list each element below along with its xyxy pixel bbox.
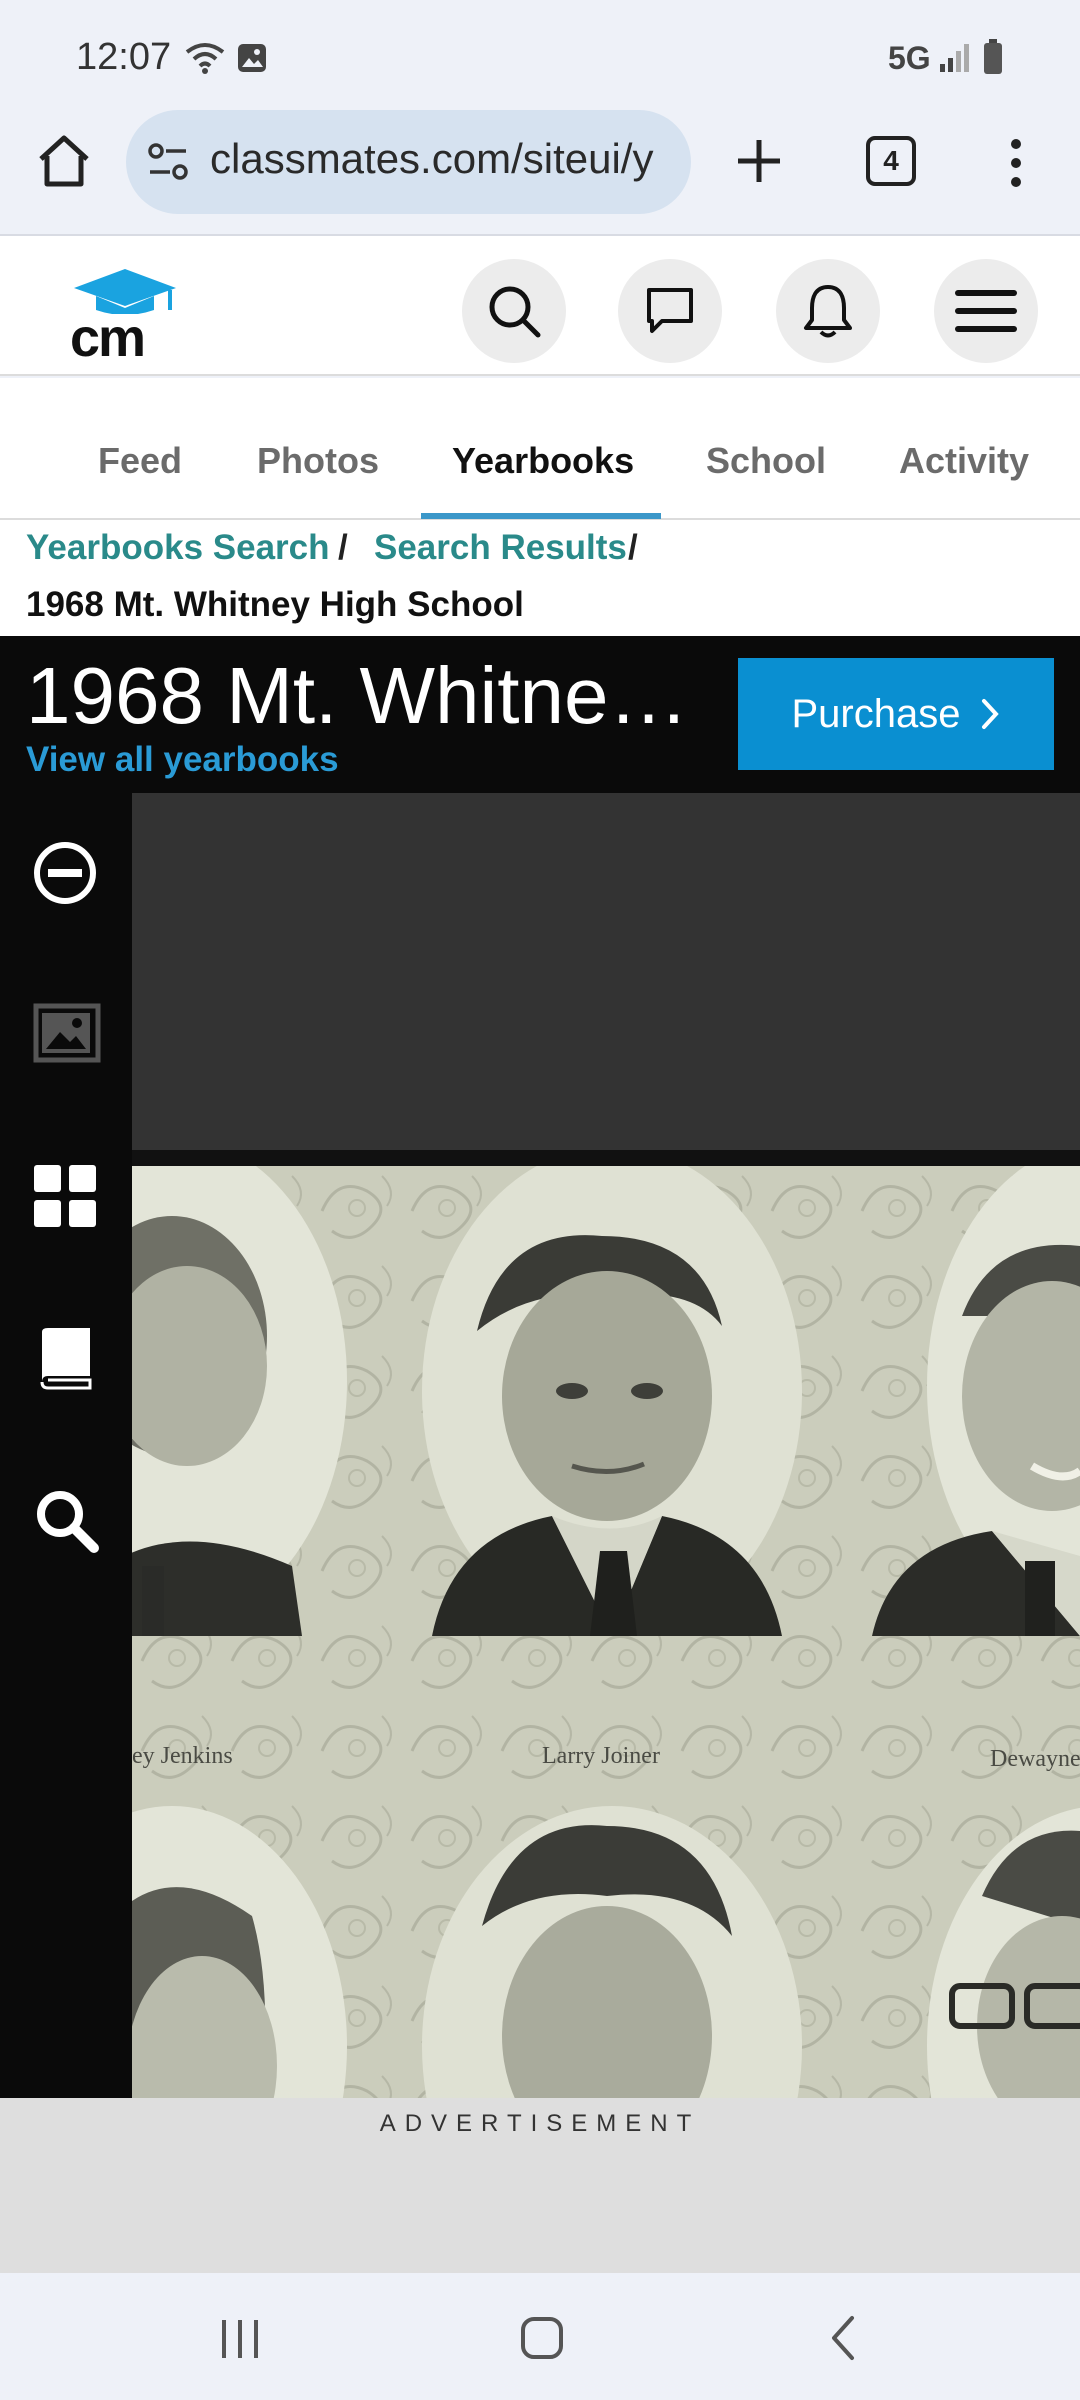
view-all-yearbooks-link[interactable]: View all yearbooks <box>26 740 339 780</box>
browser-menu-icon[interactable] <box>1004 136 1028 190</box>
tab-yearbooks[interactable]: Yearbooks <box>452 440 634 482</box>
tab-school[interactable]: School <box>706 440 826 482</box>
purchase-label: Purchase <box>791 691 961 736</box>
caption-center: Larry Joiner <box>542 1743 660 1769</box>
book-icon[interactable] <box>36 1326 96 1390</box>
active-tab-indicator <box>421 513 661 519</box>
search-button[interactable] <box>462 259 566 363</box>
caption-right: Dewayne Jo <box>990 1746 1080 1772</box>
tab-photos[interactable]: Photos <box>257 440 379 482</box>
hamburger-menu-icon <box>955 290 1017 332</box>
classmates-logo[interactable]: cm <box>70 266 180 366</box>
viewer-toolbar <box>0 793 132 2098</box>
breadcrumb-separator: / <box>628 528 638 567</box>
breadcrumb-search-results[interactable]: Search Results <box>374 528 627 568</box>
search-yearbook-icon[interactable] <box>34 1488 100 1554</box>
gallery-notification-icon <box>238 44 266 72</box>
battery-icon <box>984 39 1002 74</box>
breadcrumb-yearbooks-search[interactable]: Yearbooks Search <box>26 528 330 568</box>
search-icon <box>489 286 541 338</box>
wifi-icon <box>185 43 225 74</box>
back-nav-icon[interactable] <box>828 2314 858 2362</box>
new-tab-icon[interactable] <box>734 136 784 186</box>
site-settings-icon[interactable] <box>146 140 190 184</box>
tab-feed[interactable]: Feed <box>98 440 182 482</box>
notifications-button[interactable] <box>776 259 880 363</box>
status-time: 12:07 <box>76 36 172 78</box>
tab-switcher-button[interactable]: 4 <box>866 136 916 186</box>
caption-left: ey Jenkins <box>132 1743 233 1769</box>
chevron-right-icon <box>982 699 1000 729</box>
logo-text: cm <box>70 308 146 368</box>
home-nav-icon[interactable] <box>520 2316 564 2360</box>
home-icon[interactable] <box>36 134 92 188</box>
recent-apps-icon[interactable] <box>218 2318 262 2360</box>
tab-activity[interactable]: Activity <box>899 440 1029 482</box>
main-menu-button[interactable] <box>934 259 1038 363</box>
breadcrumb-current: 1968 Mt. Whitney High School <box>26 585 524 624</box>
signal-icon <box>940 44 969 72</box>
page-divider <box>132 1150 1080 1166</box>
chat-icon <box>647 288 693 333</box>
bell-icon <box>804 285 852 338</box>
network-type: 5G <box>888 40 931 76</box>
purchase-button[interactable]: Purchase <box>738 658 1054 770</box>
photos-icon[interactable] <box>32 1002 102 1064</box>
page-viewer-blank-area <box>132 793 1080 1150</box>
advertisement-label: ADVERTISEMENT <box>379 2110 701 2137</box>
zoom-out-icon[interactable] <box>32 840 98 906</box>
breadcrumb-separator: / <box>338 528 348 567</box>
yearbook-portraits-illustration: ey Jenkins Larry Joiner Dewayne Jo <box>132 1166 1080 2098</box>
grid-view-icon[interactable] <box>34 1165 96 1227</box>
yearbook-page-image[interactable]: ey Jenkins Larry Joiner Dewayne Jo <box>132 1166 1080 2098</box>
yearbook-title: 1968 Mt. Whitney High School <box>26 651 706 740</box>
url-text[interactable]: classmates.com/siteui/y <box>210 135 670 183</box>
graduation-cap-icon <box>74 269 176 315</box>
messages-button[interactable] <box>618 259 722 363</box>
